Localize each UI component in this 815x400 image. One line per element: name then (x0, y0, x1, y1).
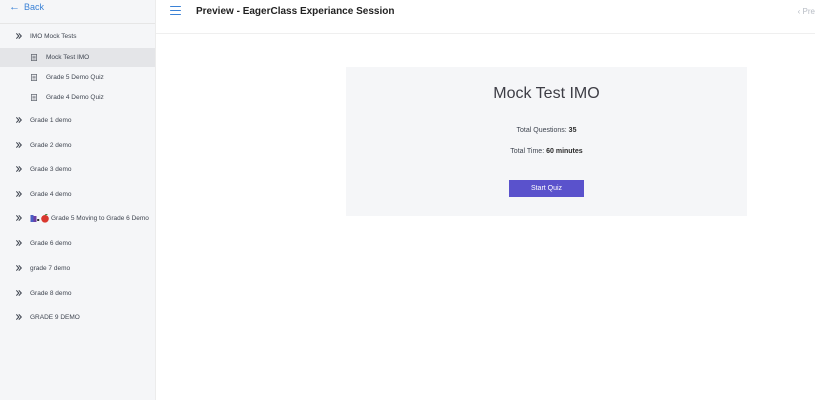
sidebar-subitem-label: Mock Test IMO (46, 54, 90, 61)
back-label: Back (24, 2, 45, 12)
sidebar-subitem-grade-5-demo-quiz[interactable]: Grade 5 Demo Quiz (0, 68, 155, 87)
total-questions-value: 35 (568, 127, 577, 134)
page-title: Preview - EagerClass Experiance Session (196, 6, 395, 17)
sidebar: ← Back IMO Mock Tests Mock Test IMO Grad… (0, 0, 156, 400)
sidebar-item-label: Grade 1 demo (30, 116, 72, 124)
sidebar-item-label: Grade 4 demo (30, 190, 72, 198)
double-chevron-right-icon (16, 265, 22, 271)
previous-link-label: Pre (802, 7, 815, 16)
sidebar-item-grade-8-demo[interactable]: Grade 8 demo (0, 283, 155, 303)
total-time-value: 60 minutes (546, 148, 583, 155)
double-chevron-right-icon (16, 240, 22, 246)
double-chevron-right-icon (16, 290, 22, 296)
sidebar-subitem-mock-test-imo[interactable]: Mock Test IMO (0, 48, 155, 67)
sidebar-item-grade-7-demo[interactable]: grade 7 demo (0, 258, 155, 278)
sidebar-item-grade-4-demo[interactable]: Grade 4 demo (0, 184, 155, 204)
books-and-apple-emoji-icon (30, 213, 49, 223)
sidebar-item-label: Grade 3 demo (30, 165, 72, 173)
sidebar-item-label: Grade 5 Moving to Grade 6 Demo (51, 214, 149, 222)
back-link[interactable]: ← Back (9, 1, 45, 13)
double-chevron-right-icon (16, 314, 22, 320)
sidebar-item-label: grade 7 demo (30, 264, 71, 272)
start-quiz-button[interactable]: Start Quiz (509, 180, 584, 197)
sidebar-item-grade-1-demo[interactable]: Grade 1 demo (0, 110, 155, 130)
document-icon (31, 94, 37, 101)
total-time-label: Total Time: (510, 148, 545, 155)
sidebar-item-grade-5-moving-to-grade-6-demo[interactable]: Grade 5 Moving to Grade 6 Demo (0, 208, 155, 228)
sidebar-item-grade-6-demo[interactable]: Grade 6 demo (0, 233, 155, 253)
sidebar-divider (0, 23, 155, 24)
previous-link[interactable]: ‹ Pre (798, 7, 815, 16)
sidebar-item-label: Grade 8 demo (30, 289, 72, 297)
sidebar-subitem-label: Grade 4 Demo Quiz (46, 94, 104, 101)
document-icon (31, 54, 37, 61)
sidebar-item-label: Grade 2 demo (30, 141, 72, 149)
sidebar-item-label-wrap: Grade 5 Moving to Grade 6 Demo (30, 213, 149, 223)
sidebar-item-label: Grade 6 demo (30, 239, 72, 247)
quiz-title: Mock Test IMO (493, 85, 600, 102)
sidebar-item-grade-3-demo[interactable]: Grade 3 demo (0, 159, 155, 179)
sidebar-section-label: IMO Mock Tests (30, 32, 77, 40)
sidebar-section-imo-mock-tests[interactable]: IMO Mock Tests (0, 26, 155, 46)
double-chevron-right-icon (16, 117, 22, 123)
arrow-left-icon: ← (9, 1, 20, 13)
double-chevron-right-icon (16, 215, 22, 221)
double-chevron-right-icon (16, 166, 22, 172)
double-chevron-right-icon (16, 191, 22, 197)
double-chevron-right-icon (16, 33, 22, 39)
document-icon (31, 74, 37, 81)
total-questions-label: Total Questions: (516, 127, 567, 134)
sidebar-item-grade-9-demo[interactable]: GRADE 9 DEMO (0, 307, 155, 327)
sidebar-subitem-label: Grade 5 Demo Quiz (46, 74, 104, 81)
app: ← Back IMO Mock Tests Mock Test IMO Grad… (0, 0, 815, 400)
total-questions: Total Questions: 35 (346, 127, 747, 134)
sidebar-item-label: GRADE 9 DEMO (30, 313, 80, 321)
sidebar-subitem-grade-4-demo-quiz[interactable]: Grade 4 Demo Quiz (0, 88, 155, 107)
hamburger-menu-icon[interactable] (170, 6, 181, 16)
top-header: Preview - EagerClass Experiance Session … (156, 0, 815, 34)
total-time: Total Time: 60 minutes (346, 148, 747, 155)
double-chevron-right-icon (16, 142, 22, 148)
sidebar-item-grade-2-demo[interactable]: Grade 2 demo (0, 135, 155, 155)
quiz-card: Mock Test IMO Total Questions: 35 Total … (346, 67, 747, 216)
